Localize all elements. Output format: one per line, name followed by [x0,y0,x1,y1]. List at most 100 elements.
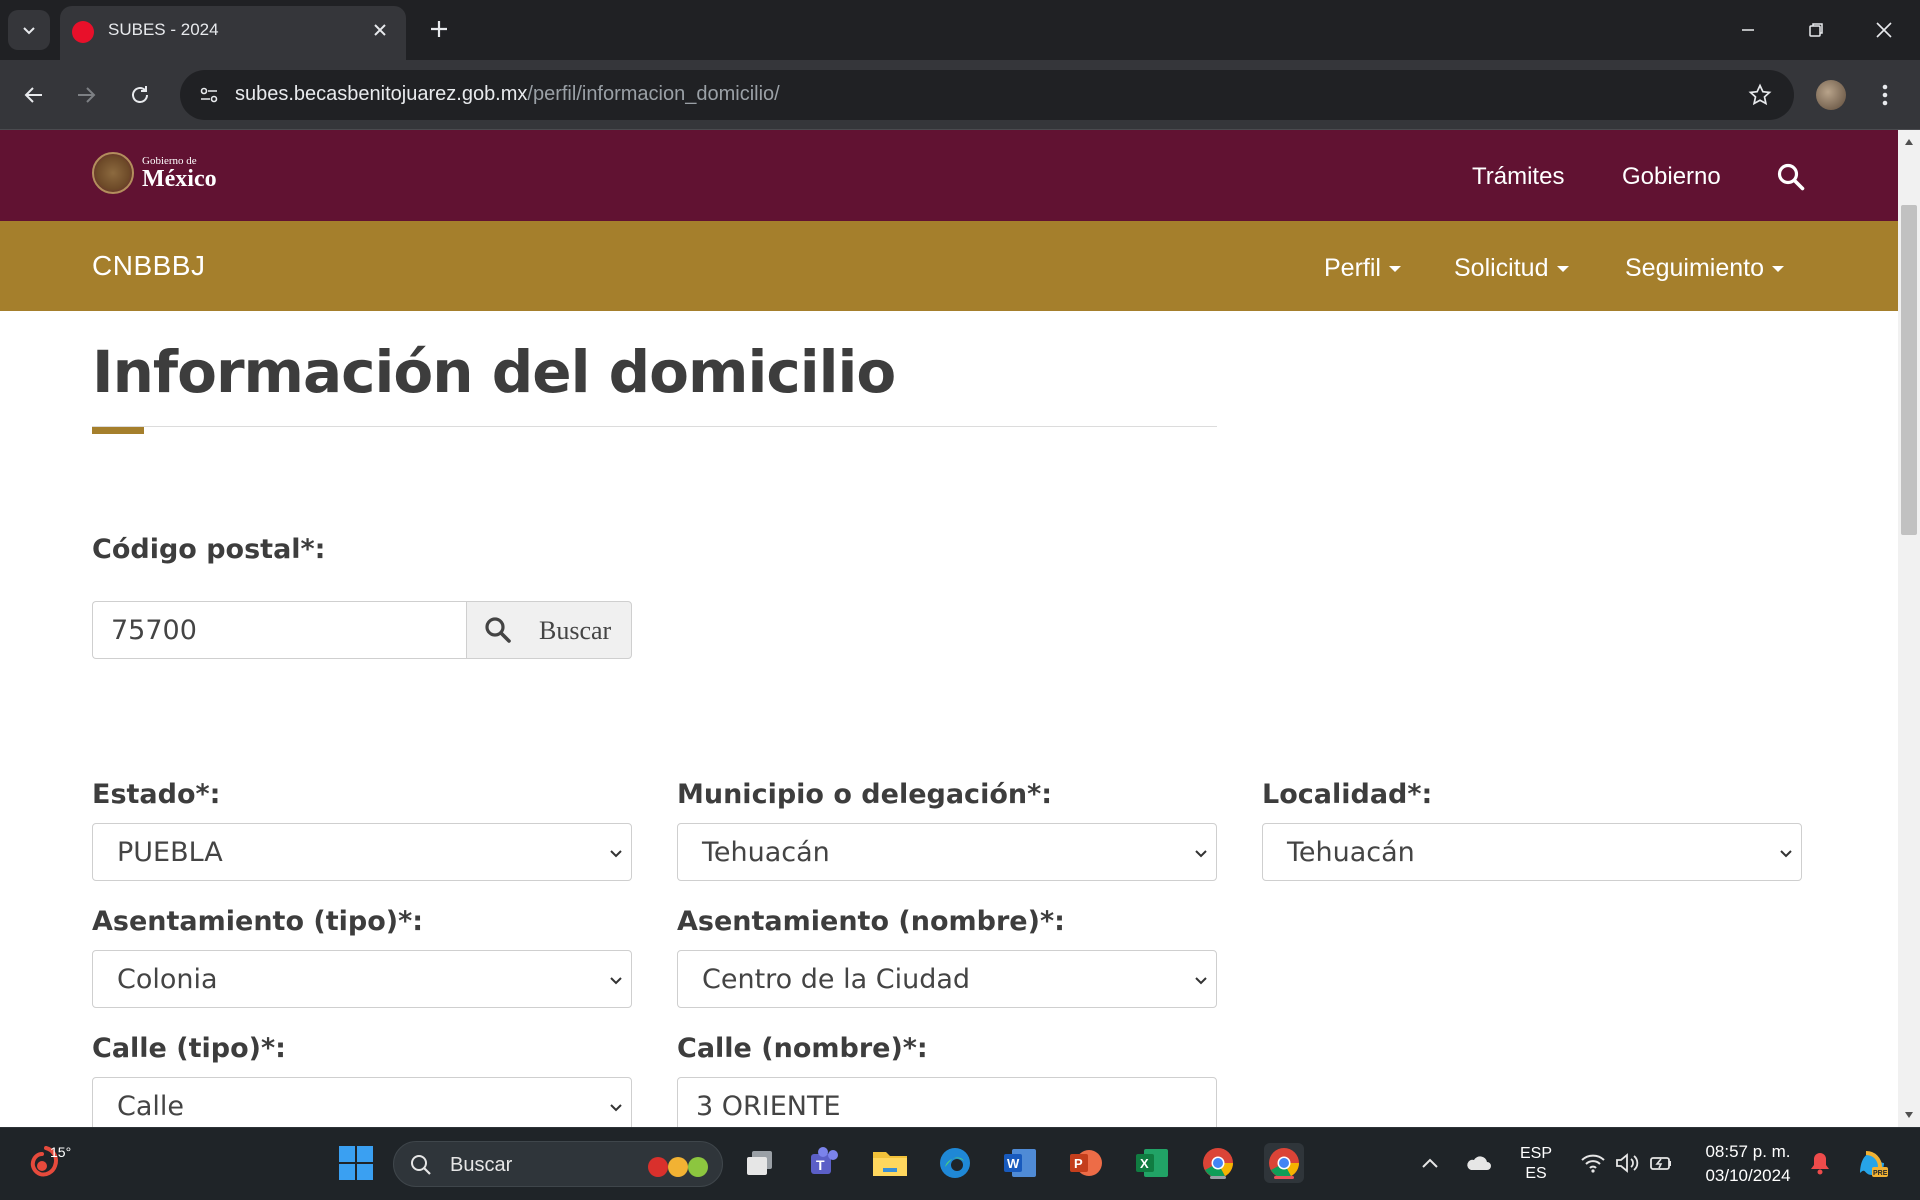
calle-nombre-input[interactable]: 3 ORIENTE [677,1077,1217,1127]
asentamiento-tipo-label: Asentamiento (tipo)*: [92,906,424,937]
task-view-button[interactable] [740,1143,780,1183]
browser-tab-active[interactable]: SUBES - 2024 [60,6,406,60]
taskbar-search-placeholder: Buscar [450,1154,513,1176]
browser-menu-button[interactable] [1868,78,1902,112]
municipio-select[interactable]: Tehuacán [677,823,1217,881]
powerpoint-app[interactable]: P [1066,1143,1106,1183]
gov-logo-text: Gobierno de México [142,155,217,192]
scroll-up-arrow-icon[interactable] [1898,132,1920,152]
close-icon [1876,22,1892,38]
nav-solicitud-label: Solicitud [1454,254,1549,282]
powerpoint-icon: P [1070,1150,1102,1176]
calle-tipo-select[interactable]: Calle [92,1077,632,1127]
excel-app[interactable]: X [1132,1143,1172,1183]
search-icon [485,617,511,643]
edge-app[interactable] [935,1143,975,1183]
gov-nav-tramites[interactable]: Trámites [1472,163,1564,191]
localidad-select[interactable]: Tehuacán [1262,823,1802,881]
clock-time: 08:57 p. m. [1705,1142,1791,1161]
profile-avatar[interactable] [1816,80,1846,110]
program-nav-bar: CNBBBJ Perfil Solicitud Seguimiento [0,221,1898,311]
scrollbar-thumb[interactable] [1901,205,1917,535]
bookmark-star-icon[interactable] [1746,81,1774,109]
file-explorer-app[interactable] [870,1143,910,1183]
show-hidden-icons-button[interactable] [1410,1143,1450,1183]
caret-down-icon [1771,266,1784,273]
asentamiento-tipo-select[interactable]: Colonia [92,950,632,1008]
quick-settings-tray[interactable] [1572,1143,1682,1183]
svg-text:P: P [1074,1156,1083,1171]
buscar-cp-button[interactable]: Buscar [466,601,632,659]
active-indicator [1274,1176,1294,1179]
tab-close-button[interactable] [368,18,392,42]
site-info-icon[interactable] [194,80,224,110]
windows-taskbar: 15° Buscar T W P X ESP ES 08:57 p. m. 03… [0,1127,1920,1200]
estado-select[interactable]: PUEBLA [92,823,632,881]
excel-icon: X [1136,1149,1168,1177]
chrome-app-profile-1[interactable] [1198,1143,1238,1183]
onedrive-tray[interactable] [1458,1143,1498,1183]
nav-solicitud-dropdown[interactable]: Solicitud [1454,254,1569,283]
scroll-down-arrow-icon[interactable] [1898,1105,1920,1125]
url-path: /perfil/informacion_domicilio/ [527,83,780,105]
nav-seguimiento-label: Seguimiento [1625,254,1764,282]
reload-button[interactable] [120,75,160,115]
gov-logo[interactable]: Gobierno de México [92,152,217,194]
chrome-app-profile-2[interactable] [1264,1143,1304,1183]
gov-nav-gobierno[interactable]: Gobierno [1622,163,1721,191]
tab-search-button[interactable] [8,10,50,50]
back-button[interactable] [14,75,54,115]
search-icon[interactable] [1776,162,1806,192]
caret-down-icon [1388,266,1401,273]
restore-button[interactable] [1796,10,1836,50]
tab-title: SUBES - 2024 [108,20,219,39]
gov-logo-big: México [142,165,217,192]
arrow-left-icon [24,87,42,103]
page-scrollbar[interactable] [1898,130,1920,1127]
localidad-label: Localidad*: [1262,779,1433,810]
caret-down-icon [1556,266,1569,273]
brand-link[interactable]: CNBBBJ [92,250,205,282]
asentamiento-nombre-select[interactable]: Centro de la Ciudad [677,950,1217,1008]
close-window-button[interactable] [1864,10,1904,50]
wifi-icon [1581,1154,1605,1173]
clock[interactable]: 08:57 p. m. 03/10/2024 [1690,1142,1806,1186]
address-bar[interactable]: subes.becasbenitojuarez.gob.mx/perfil/in… [180,70,1794,120]
nav-perfil-label: Perfil [1324,254,1381,282]
language-indicator[interactable]: ESP ES [1514,1145,1558,1183]
plus-icon [431,21,447,37]
page-viewport: Gobierno de México Trámites Gobierno CNB… [0,130,1898,1127]
search-highlight-fruits-icon [648,1157,708,1177]
teams-icon: T [811,1147,838,1174]
language-top: ESP [1519,1145,1552,1162]
codigo-postal-input[interactable]: 75700 [92,601,467,659]
copilot-icon: PRE [1860,1151,1888,1177]
teams-app[interactable]: T [805,1143,845,1183]
copilot-button[interactable]: PRE [1852,1143,1892,1183]
buscar-label: Buscar [539,616,612,645]
nav-perfil-dropdown[interactable]: Perfil [1324,254,1401,283]
notifications-button[interactable] [1800,1143,1840,1183]
codigo-postal-value: 75700 [111,614,197,646]
new-tab-button[interactable] [424,14,454,44]
forward-button[interactable] [66,75,106,115]
estado-label: Estado*: [92,779,221,810]
start-button[interactable] [336,1143,376,1183]
search-icon [411,1155,431,1175]
gov-header: Gobierno de México Trámites Gobierno [0,130,1898,221]
folder-icon [873,1152,907,1176]
localidad-value: Tehuacán [1287,836,1415,868]
edge-icon [940,1148,970,1178]
calle-tipo-value: Calle [117,1090,185,1122]
chevron-down-icon [610,977,622,985]
nav-seguimiento-dropdown[interactable]: Seguimiento [1625,254,1784,283]
cloud-icon [1467,1156,1491,1170]
minimize-button[interactable] [1728,10,1768,50]
taskbar-search[interactable]: Buscar [393,1141,723,1187]
word-app[interactable]: W [1000,1143,1040,1183]
municipio-label: Municipio o delegación*: [677,779,1053,810]
mexico-emblem-icon [92,152,134,194]
calle-nombre-label: Calle (nombre)*: [677,1033,928,1064]
battery-charging-icon [1650,1157,1671,1170]
language-bottom: ES [1525,1165,1547,1182]
